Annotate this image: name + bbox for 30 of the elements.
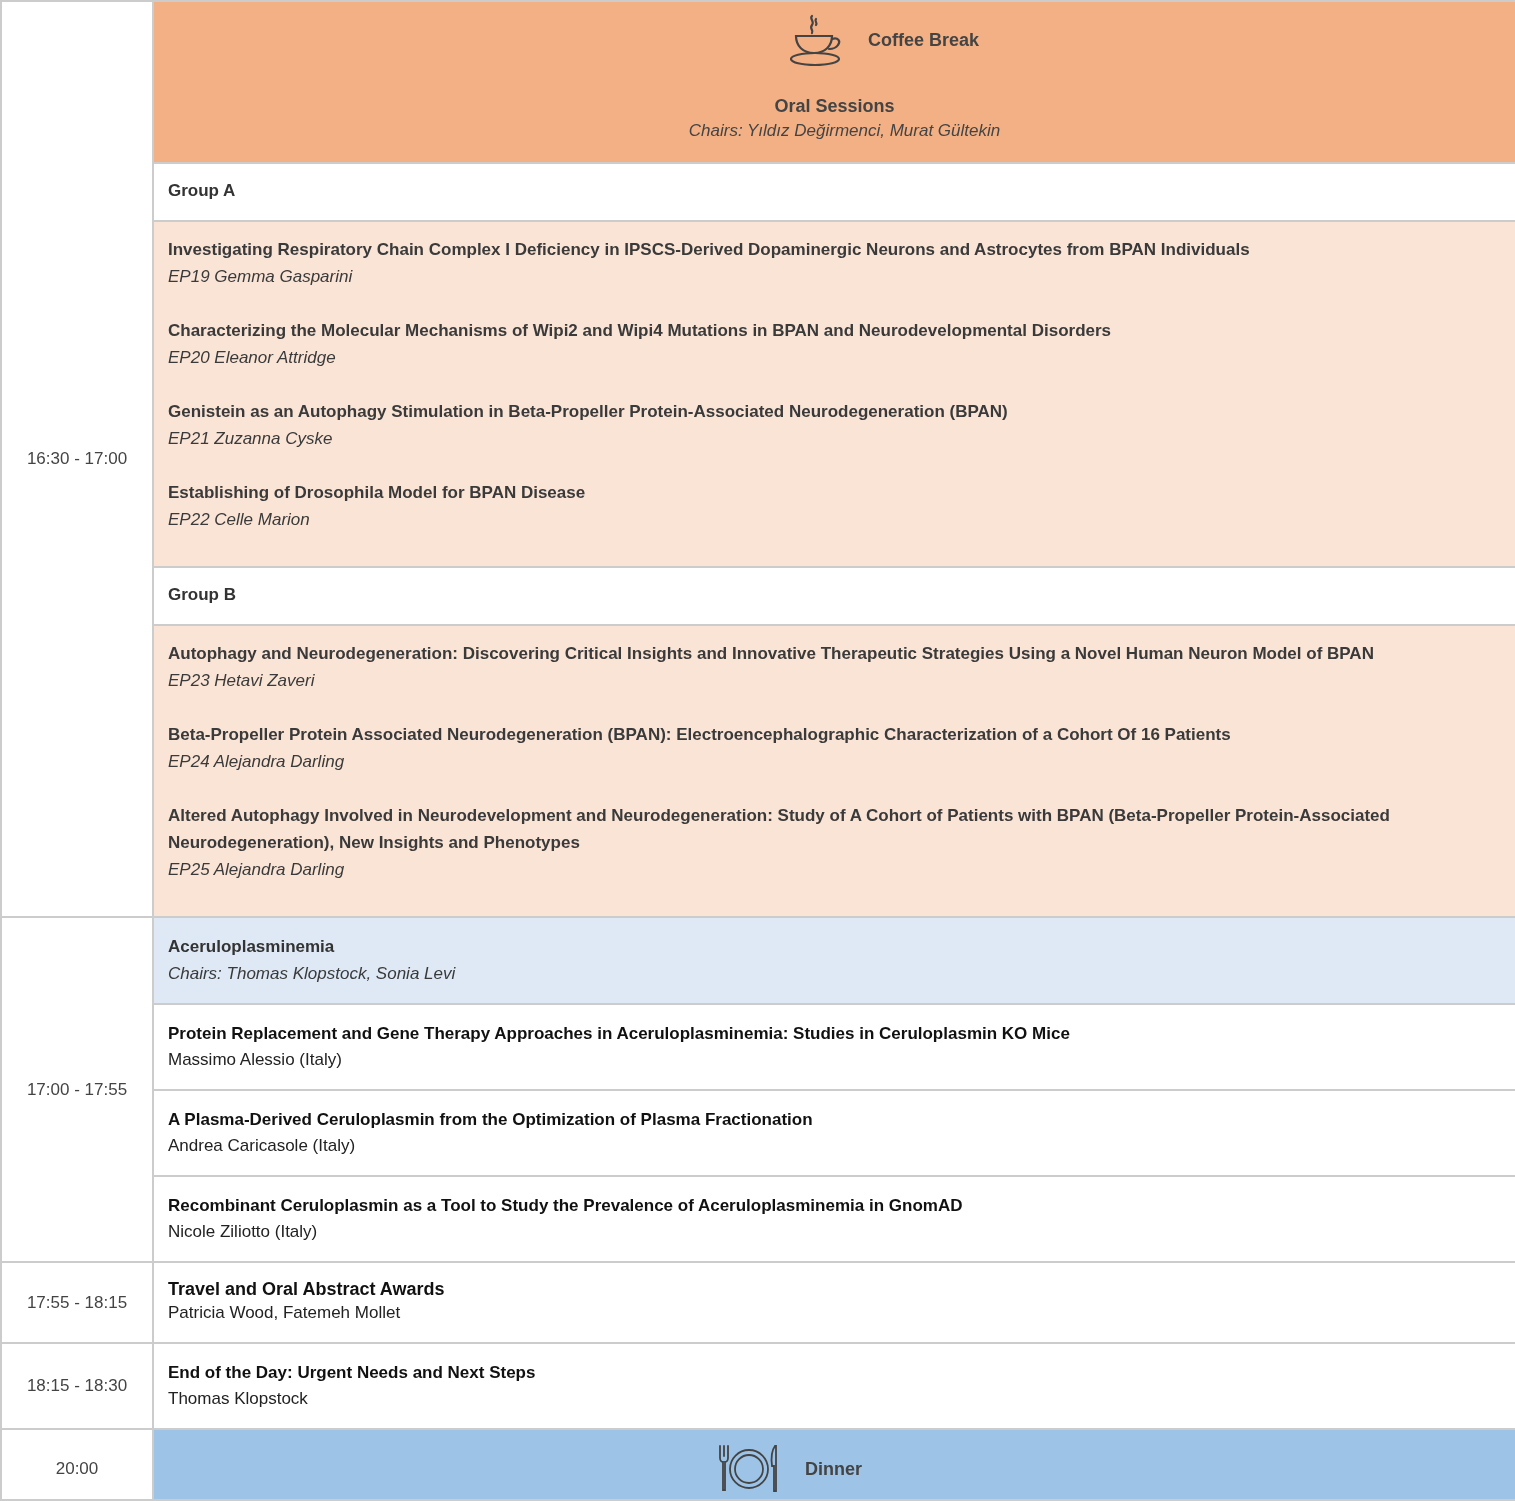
session-chairs: Chairs: Yıldız Değirmenci, Murat Gültekin bbox=[688, 121, 1001, 141]
session-title: Aceruloplasminemia bbox=[168, 936, 336, 958]
poster-title: Genistein as an Autophagy Stimulation in Beta-Propeller Protein-Associated Neurodegeneration (BPAN) bbox=[168, 401, 1009, 423]
session-title: Oral Sessions bbox=[774, 96, 895, 117]
talk-speaker: Patricia Wood, Fatemeh Mollet bbox=[168, 1302, 402, 1324]
talk-title: End of the Day: Urgent Needs and Next Steps bbox=[168, 1362, 537, 1384]
poster-title: Altered Autophagy Involved in Neurodevelopment and Neurodegeneration: Study of A Cohort of Patients with BPAN (Beta-Propeller Protein-Associated Neurodegeneration), New Insights and Phenotypes bbox=[168, 805, 1391, 854]
dinner-label: Dinner bbox=[805, 1458, 862, 1480]
poster-author: EP20 Eleanor Attridge bbox=[168, 347, 337, 369]
talk-speaker: Thomas Klopstock bbox=[168, 1388, 309, 1410]
talk-speaker: Andrea Caricasole (Italy) bbox=[168, 1135, 357, 1157]
poster-title: Autophagy and Neurodegeneration: Discovering Critical Insights and Innovative Therapeutic Strategies Using a Novel Human Neuron Model of BPAN bbox=[168, 643, 1375, 665]
break-label: Coffee Break bbox=[867, 29, 979, 51]
poster-author: EP21 Zuzanna Cyske bbox=[168, 428, 334, 450]
talk-title: Recombinant Ceruloplasmin as a Tool to Study the Prevalence of Aceruloplasminemia in GnomAD bbox=[168, 1195, 964, 1217]
poster-title: Investigating Respiratory Chain Complex I Deficiency in IPSCS-Derived Dopaminergic Neurons and Astrocytes from BPAN Individuals bbox=[168, 239, 1251, 261]
poster-author: EP23 Hetavi Zaveri bbox=[168, 670, 316, 692]
poster-author: EP24 Alejandra Darling bbox=[168, 751, 346, 773]
talk-title: A Plasma-Derived Ceruloplasmin from the Optimization of Plasma Fractionation bbox=[168, 1109, 814, 1131]
talk-speaker: Nicole Ziliotto (Italy) bbox=[168, 1221, 319, 1243]
poster-author: EP22 Celle Marion bbox=[168, 509, 311, 531]
talk-title: Protein Replacement and Gene Therapy Approaches in Aceruloplasminemia: Studies in Ceruloplasmin KO Mice bbox=[168, 1023, 1071, 1045]
poster-title: Beta-Propeller Protein Associated Neurodegeneration (BPAN): Electroencephalographic Characterization of a Cohort Of 16 Patients bbox=[168, 724, 1232, 746]
poster-author: EP25 Alejandra Darling bbox=[168, 859, 346, 881]
session-chairs: Chairs: Thomas Klopstock, Sonia Levi bbox=[168, 963, 457, 985]
poster-title: Establishing of Drosophila Model for BPAN Disease bbox=[168, 482, 587, 504]
talk-title: Travel and Oral Abstract Awards bbox=[168, 1278, 446, 1300]
poster-title: Characterizing the Molecular Mechanisms of Wipi2 and Wipi4 Mutations in BPAN and Neurodevelopmental Disorders bbox=[168, 320, 1113, 342]
poster-author: EP19 Gemma Gasparini bbox=[168, 266, 354, 288]
talk-speaker: Massimo Alessio (Italy) bbox=[168, 1049, 343, 1071]
